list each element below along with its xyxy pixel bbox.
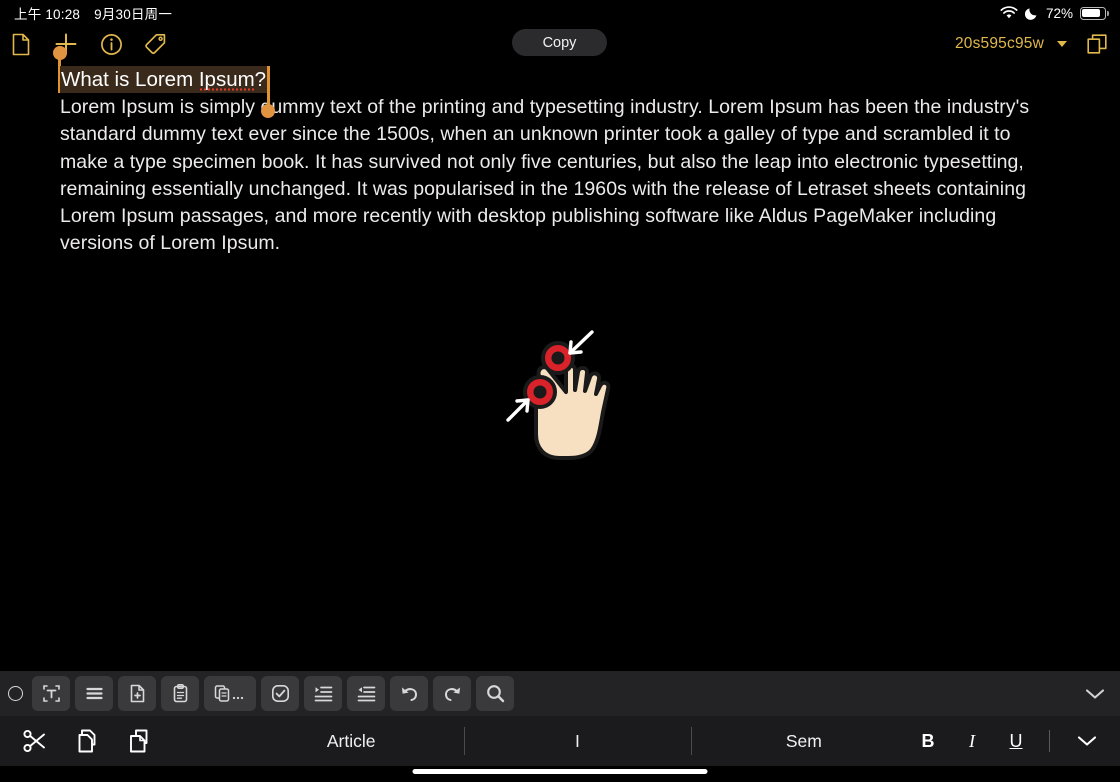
page-title[interactable]: What is Lorem Ipsum? xyxy=(60,66,270,93)
chevron-down-icon[interactable] xyxy=(1057,41,1067,47)
select-text-frame-icon[interactable] xyxy=(32,676,70,711)
redo-icon[interactable] xyxy=(433,676,471,711)
suggestion-item-0[interactable]: Article xyxy=(238,724,464,758)
cut-scissors-icon[interactable] xyxy=(20,726,50,756)
format-suggestion-bar: Article I Sem B I U xyxy=(0,716,1120,766)
toolbar-collapse-chevron-down-icon[interactable] xyxy=(1082,681,1108,707)
paste-icon[interactable] xyxy=(124,726,154,756)
document-name-label[interactable]: 20s595c95w xyxy=(955,35,1044,53)
indent-increase-icon[interactable] xyxy=(304,676,342,711)
autocorrect-suggestions: Article I Sem xyxy=(238,716,917,766)
ipad-notes-app-screen: 上午 10:28 9月30日周一 72% Copy 20s595c95w Wha… xyxy=(0,0,1120,782)
top-toolbar-right: 20s595c95w xyxy=(955,26,1110,62)
status-time: 上午 10:28 xyxy=(14,7,81,22)
copy-icon[interactable] xyxy=(72,726,102,756)
wifi-icon xyxy=(1000,6,1018,20)
clipboard-actions xyxy=(0,726,238,756)
moon-do-not-disturb-icon xyxy=(1024,6,1039,20)
home-indicator[interactable] xyxy=(412,769,708,774)
search-icon[interactable] xyxy=(476,676,514,711)
bold-button[interactable]: B xyxy=(917,731,939,752)
status-bar-left: 上午 10:28 9月30日周一 xyxy=(14,3,172,23)
suggestion-item-2[interactable]: Sem xyxy=(690,724,917,758)
new-document-icon[interactable] xyxy=(8,31,34,57)
info-icon[interactable] xyxy=(98,31,124,57)
open-in-new-window-icon[interactable] xyxy=(1084,31,1110,57)
circle-handle-icon[interactable] xyxy=(8,686,23,701)
document-title-line[interactable]: What is Lorem Ipsum? xyxy=(53,46,276,118)
new-file-icon[interactable] xyxy=(118,676,156,711)
page-title-text: What is Lorem Ipsum? xyxy=(61,68,267,91)
editor-icon-toolbar xyxy=(0,671,1120,716)
copy-button[interactable]: Copy xyxy=(512,29,607,56)
battery-icon xyxy=(1080,6,1109,20)
status-bar-right: 72% xyxy=(1000,5,1109,21)
underline-button[interactable]: U xyxy=(1005,731,1027,752)
pinch-in-gesture-icon xyxy=(500,320,630,462)
checkbox-task-icon[interactable] xyxy=(261,676,299,711)
copy-stack-more-icon[interactable] xyxy=(204,676,256,711)
selection-handle-end-dot[interactable] xyxy=(261,104,276,118)
tag-icon[interactable] xyxy=(143,31,169,57)
italic-button[interactable]: I xyxy=(961,731,983,752)
selection-handle-start-dot[interactable] xyxy=(53,46,67,60)
top-toolbar: Copy 20s595c95w xyxy=(0,26,1120,62)
menu-lines-icon[interactable] xyxy=(75,676,113,711)
battery-percent-label: 72% xyxy=(1045,5,1073,21)
clipboard-icon[interactable] xyxy=(161,676,199,711)
document-editor[interactable]: What is Lorem Ipsum? Lorem Ipsum is simp… xyxy=(0,46,1120,258)
undo-icon[interactable] xyxy=(390,676,428,711)
suggestion-item-1[interactable]: I xyxy=(464,724,690,758)
divider xyxy=(1049,730,1050,752)
document-body-text[interactable]: Lorem Ipsum is simply dummy text of the … xyxy=(60,94,1060,258)
format-bar-chevron-down-icon[interactable] xyxy=(1072,726,1102,756)
top-toolbar-left-icons xyxy=(8,26,169,62)
status-date: 9月30日周一 xyxy=(94,7,173,22)
status-bar: 上午 10:28 9月30日周一 72% xyxy=(0,0,1120,26)
text-style-controls: B I U xyxy=(917,726,1120,756)
indent-decrease-icon[interactable] xyxy=(347,676,385,711)
